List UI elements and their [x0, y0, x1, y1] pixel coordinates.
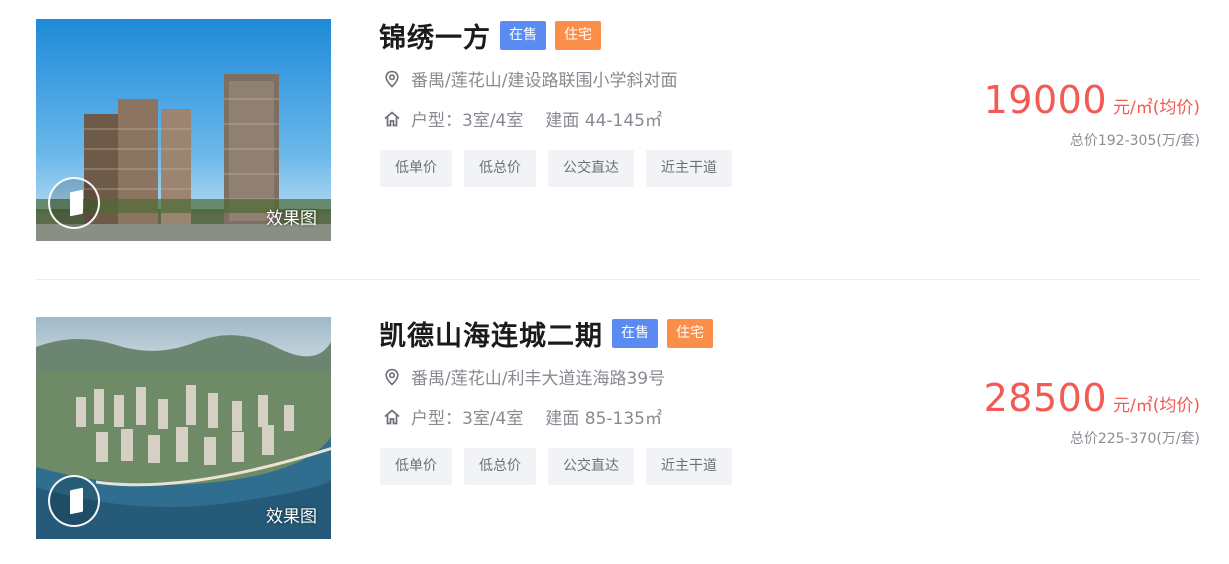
video-play-icon[interactable] [48, 475, 100, 527]
layout-label: 户型： [411, 111, 462, 131]
price-unit: 元/㎡(均价) [1113, 98, 1200, 118]
feature-tag: 公交直达 [548, 448, 634, 485]
title-row: 锦绣一方 在售 住宅 [379, 16, 601, 55]
house-icon [384, 408, 400, 424]
status-badge: 在售 [500, 20, 546, 50]
area-value: 建面 44-145㎡ [545, 111, 662, 131]
listing-title[interactable]: 锦绣一方 [379, 16, 491, 55]
feature-tag: 近主干道 [646, 150, 732, 187]
location-text[interactable]: 番禺/莲花山/利丰大道连海路39号 [411, 364, 665, 389]
title-row: 凯德山海连城二期 在售 住宅 [379, 314, 713, 353]
status-badge: 在售 [612, 318, 658, 348]
layout-value: 3室/4室 [462, 111, 524, 131]
total-price: 总价192-305(万/套) [1069, 133, 1200, 149]
listing-card[interactable]: 效果图 锦绣一方 在售 住宅 番禺/莲花山/建设路联围小学斜对面 户型： 3室/… [0, 0, 1229, 241]
feature-tags: 低单价 低总价 公交直达 近主干道 [380, 150, 744, 187]
feature-tag: 低总价 [464, 150, 536, 187]
house-icon [384, 110, 400, 126]
feature-tag: 近主干道 [646, 448, 732, 485]
divider [36, 279, 1200, 280]
image-type-label: 效果图 [266, 209, 317, 229]
layout-label: 户型： [411, 409, 462, 429]
listing-image[interactable]: 效果图 [36, 317, 331, 539]
area-value: 建面 85-135㎡ [545, 409, 662, 429]
price-block: 19000 元/㎡(均价) 总价192-305(万/套) [984, 78, 1200, 150]
price-unit: 元/㎡(均价) [1113, 396, 1200, 416]
layout-row: 户型： 3室/4室 建面 44-145㎡ [383, 106, 662, 131]
type-badge: 住宅 [667, 318, 713, 348]
unit-price: 19000 [983, 78, 1107, 122]
feature-tag: 低单价 [380, 150, 452, 187]
location-pin-icon [385, 368, 399, 386]
location-row: 番禺/莲花山/建设路联围小学斜对面 [383, 66, 677, 91]
listing-title[interactable]: 凯德山海连城二期 [379, 314, 603, 353]
price-block: 28500 元/㎡(均价) 总价225-370(万/套) [984, 376, 1200, 448]
feature-tag: 公交直达 [548, 150, 634, 187]
listing-image[interactable]: 效果图 [36, 19, 331, 241]
unit-price: 28500 [983, 376, 1107, 420]
type-badge: 住宅 [555, 20, 601, 50]
layout-row: 户型： 3室/4室 建面 85-135㎡ [383, 404, 662, 429]
feature-tag: 低单价 [380, 448, 452, 485]
feature-tag: 低总价 [464, 448, 536, 485]
image-type-label: 效果图 [266, 507, 317, 527]
layout-value: 3室/4室 [462, 409, 524, 429]
video-play-icon[interactable] [48, 177, 100, 229]
location-text[interactable]: 番禺/莲花山/建设路联围小学斜对面 [411, 66, 677, 91]
feature-tags: 低单价 低总价 公交直达 近主干道 [380, 448, 744, 485]
location-row: 番禺/莲花山/利丰大道连海路39号 [383, 364, 665, 389]
listing-card[interactable]: 效果图 凯德山海连城二期 在售 住宅 番禺/莲花山/利丰大道连海路39号 户型：… [0, 298, 1229, 539]
location-pin-icon [385, 70, 399, 88]
total-price: 总价225-370(万/套) [1069, 431, 1200, 447]
